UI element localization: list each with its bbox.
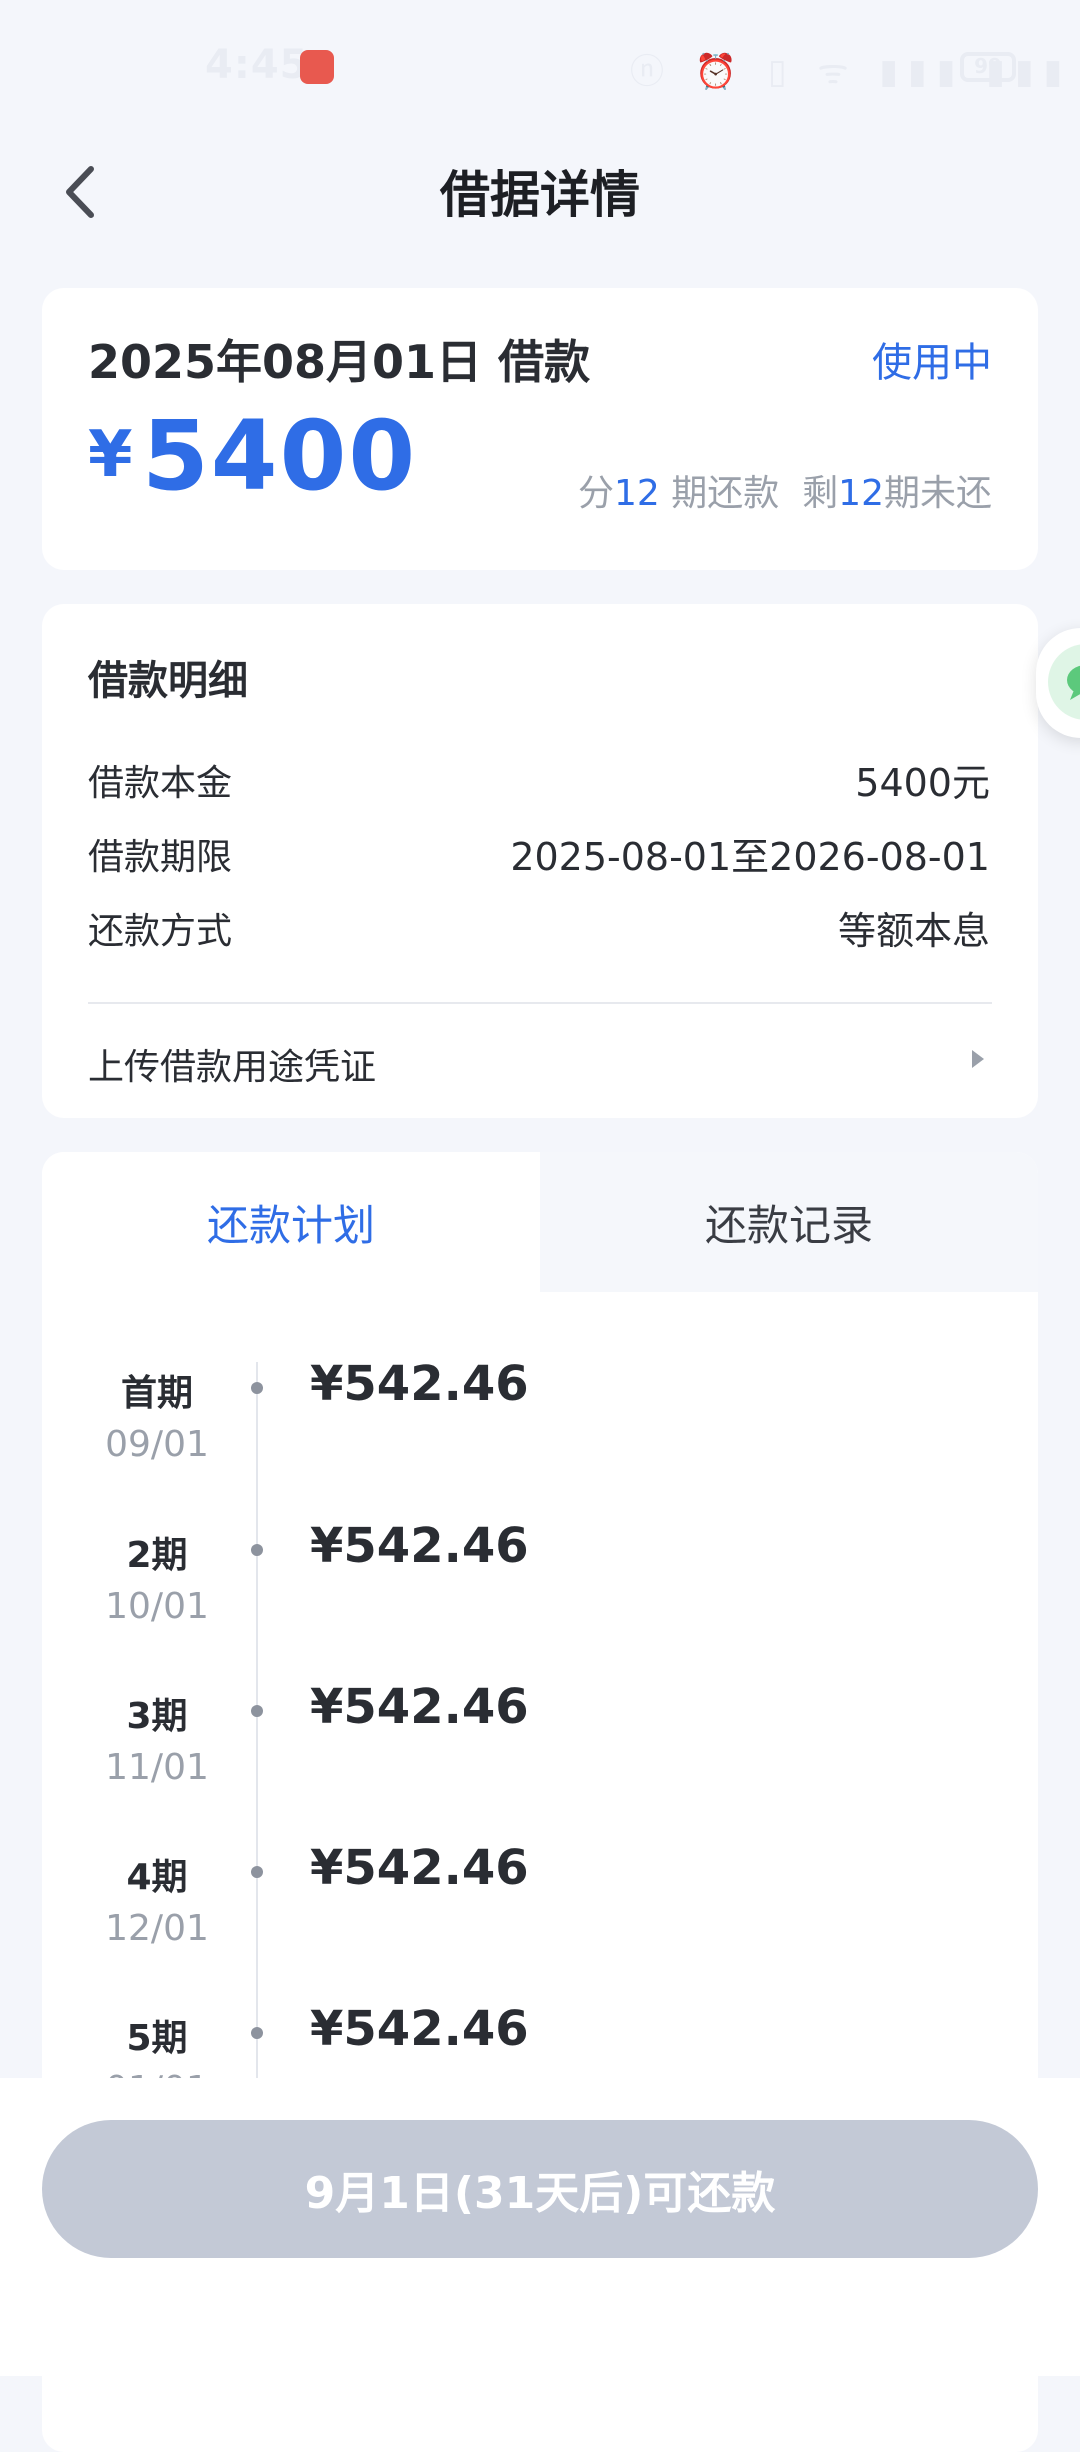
status-time: 4:45	[205, 42, 309, 88]
chevron-right-icon	[972, 1050, 984, 1068]
timeline-dot	[251, 2027, 263, 2039]
page-title: 借据详情	[440, 166, 640, 224]
term-value: 2025-08-01至2026-08-01	[510, 835, 990, 879]
battery-level: 99	[974, 54, 1002, 78]
status-bar: 4:45 ⓝ ⏰ ▯ ᯤ ▮▮▮ ▮▮▮ 99	[0, 0, 1080, 130]
upload-proof-row[interactable]: 上传借款用途凭证	[42, 1008, 1038, 1118]
total-periods: 12	[614, 473, 660, 514]
period-label: 4期	[126, 1857, 188, 1898]
timeline-dot	[251, 1866, 263, 1878]
period-date: 11/01	[105, 1747, 209, 1788]
chevron-left-icon	[66, 166, 94, 218]
schedule-period: 4期 12/01	[42, 1848, 272, 1949]
back-button[interactable]	[50, 160, 110, 224]
period-amount: ¥542.46	[310, 2001, 529, 2057]
chat-bubble-icon	[1048, 644, 1080, 720]
loan-status-badge: 使用中	[872, 340, 992, 386]
period-date: 10/01	[105, 1586, 209, 1627]
timeline-dot	[251, 1544, 263, 1556]
tab-repayment-records[interactable]: 还款记录	[540, 1152, 1038, 1292]
period-date: 12/01	[105, 1908, 209, 1949]
schedule-period: 3期 11/01	[42, 1687, 272, 1788]
remaining-periods: 12	[838, 473, 884, 514]
period-label: 5期	[126, 2018, 188, 2059]
repay-button[interactable]: 9月1日(31天后)可还款	[42, 2120, 1038, 2258]
principal-label: 借款本金	[88, 763, 233, 804]
term-label: 借款期限	[88, 837, 233, 878]
period-date: 09/01	[105, 1424, 209, 1465]
period-amount: ¥542.46	[310, 1518, 529, 1574]
loan-amount: 5400	[142, 400, 418, 512]
floating-chat-button[interactable]	[1036, 628, 1080, 738]
bottom-action-bar: 9月1日(31天后)可还款	[0, 2078, 1080, 2376]
installment-mid: 期还款 剩	[659, 473, 839, 514]
upload-proof-label: 上传借款用途凭证	[88, 1047, 377, 1088]
installment-prefix: 分	[578, 473, 615, 514]
tab-repayment-plan[interactable]: 还款计划	[42, 1152, 540, 1292]
period-amount: ¥542.46	[310, 1679, 529, 1735]
huawei-app-icon	[300, 50, 334, 84]
period-label: 3期	[126, 1696, 188, 1737]
loan-date: 2025年08月01日 借款	[88, 335, 591, 389]
installment-info: 分12 期还款 剩12期未还	[578, 464, 992, 516]
principal-value: 5400元	[855, 761, 990, 805]
detail-title: 借款明细	[88, 658, 248, 704]
loan-detail-card: 借款明细 借款本金 5400元 借款期限 2025-08-01至2026-08-…	[42, 604, 1038, 1118]
period-amount: ¥542.46	[310, 1840, 529, 1896]
currency-symbol: ¥	[88, 418, 133, 492]
period-label: 2期	[126, 1535, 188, 1576]
divider	[88, 1002, 992, 1004]
schedule-period: 2期 10/01	[42, 1526, 272, 1627]
repayment-method-label: 还款方式	[88, 911, 233, 952]
loan-summary-card: 2025年08月01日 借款 使用中 ¥ 5400 分12 期还款 剩12期未还	[42, 288, 1038, 570]
installment-suffix: 期未还	[883, 473, 992, 514]
timeline-dot	[251, 1705, 263, 1717]
period-label: 首期	[120, 1373, 193, 1414]
schedule-period: 首期 09/01	[42, 1364, 272, 1465]
repayment-method-value: 等额本息	[837, 909, 990, 953]
period-amount: ¥542.46	[310, 1356, 529, 1412]
timeline-dot	[251, 1382, 263, 1394]
